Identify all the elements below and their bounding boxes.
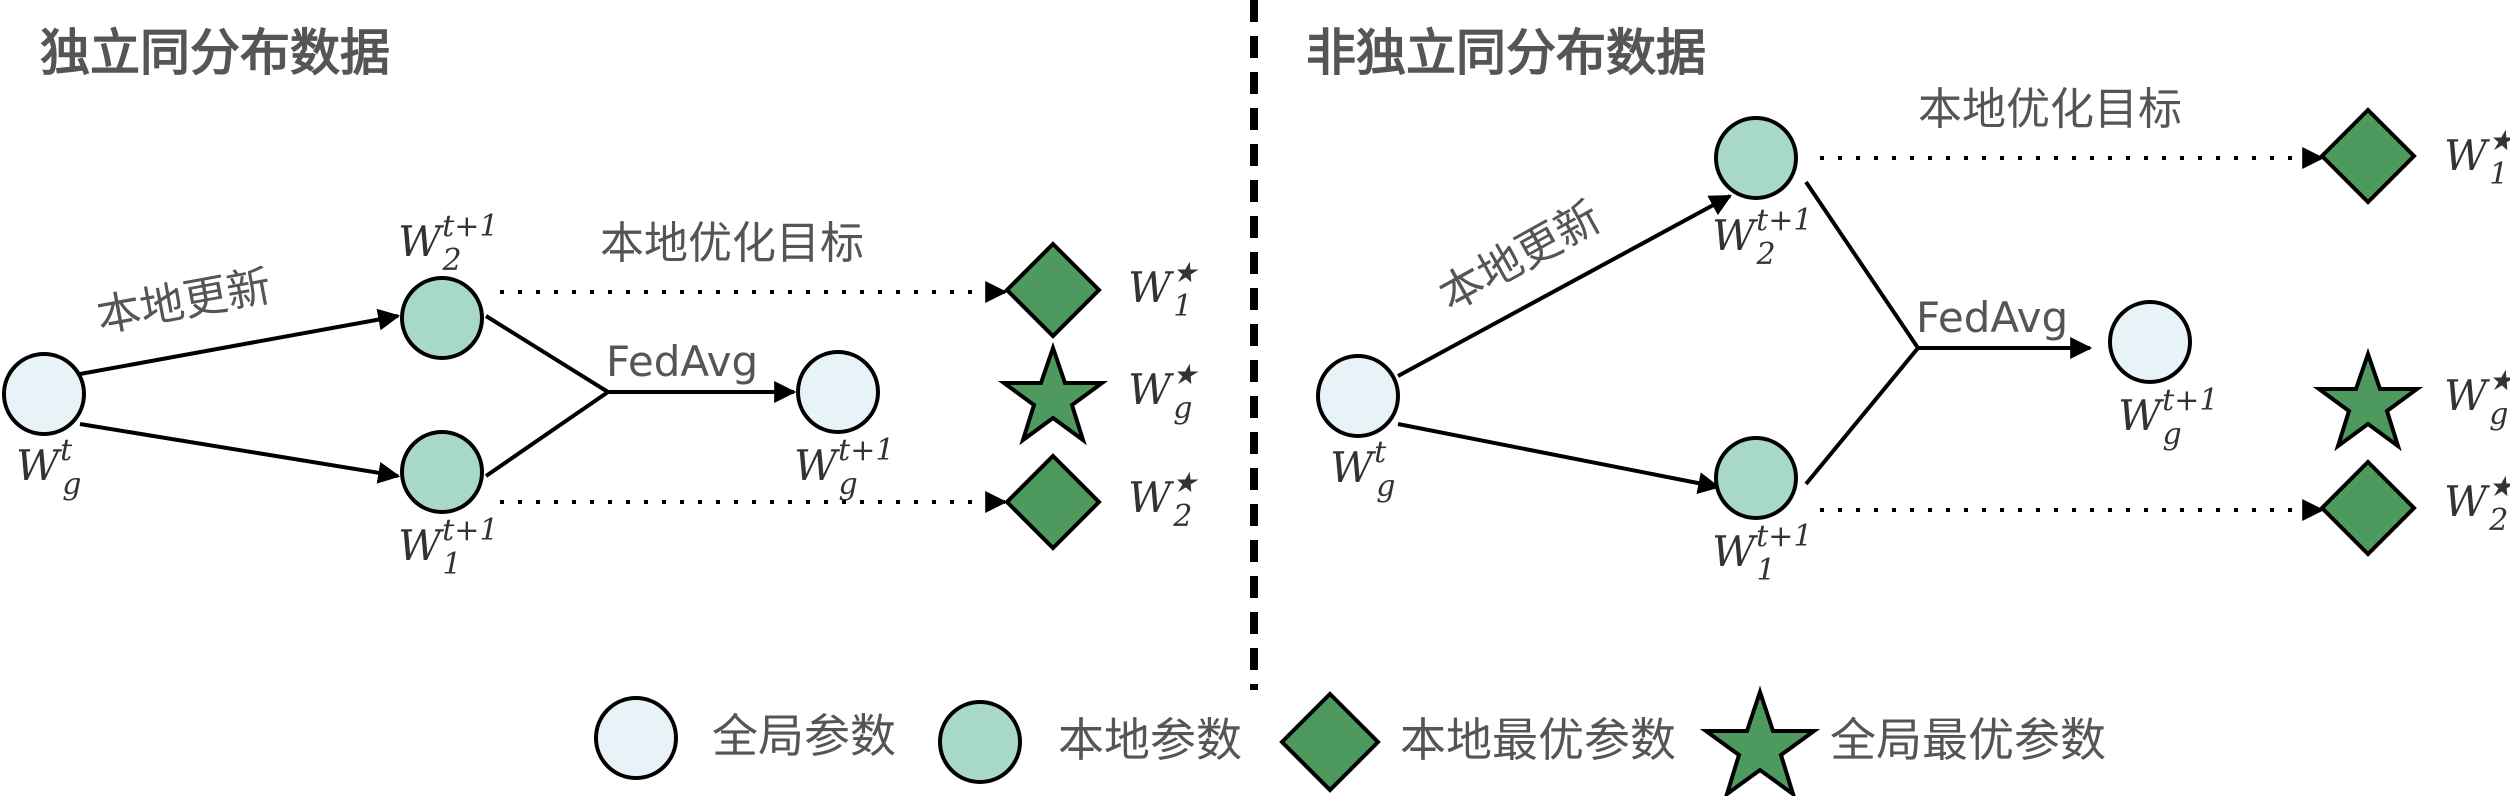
right-local-objective-label: 本地优化目标: [1918, 84, 2182, 135]
left-node-local1: [400, 430, 484, 514]
right-local-optimal-2-icon: [2319, 459, 2417, 557]
legend-local-optimal-label: 本地最优参数: [1400, 713, 1676, 767]
left-panel: 独立同分布数据 本地更新 本地优化目标 FedAvg Wt g Wt+1 2 Wt+…: [2, 24, 1199, 582]
right-label-local1: Wt+1 1: [1712, 519, 1812, 588]
left-local-optimal-1-icon: [1004, 241, 1102, 339]
left-edge-local2-to-fedavg: [484, 314, 610, 394]
right-node-global-t: [1316, 354, 1400, 438]
left-label-local1: Wt+1 1: [398, 513, 498, 582]
left-edge-local1-to-fedavg: [484, 390, 610, 478]
right-local-update-label: 本地更新: [1431, 192, 1610, 322]
right-node-local1: [1714, 436, 1798, 520]
right-edge-local2-to-fedavg: [1804, 180, 1920, 350]
left-local-update-label: 本地更新: [93, 261, 275, 343]
left-node-global-t: [2, 352, 86, 436]
right-edge-local1-to-fedavg: [1804, 346, 1920, 486]
right-label-opt2: W★2: [2444, 470, 2510, 538]
left-fedavg-label: FedAvg: [606, 337, 758, 386]
right-label-global-next: Wt+1 g: [2118, 383, 2218, 452]
right-label-optg: W★g: [2444, 364, 2510, 432]
right-label-global-t: Wt g: [1330, 435, 1395, 504]
left-label-global-next: Wt+1 g: [794, 433, 894, 502]
right-local-optimal-1-icon: [2319, 107, 2417, 205]
left-local-objective-label: 本地优化目标: [600, 218, 864, 269]
right-node-local2: [1714, 116, 1798, 200]
right-label-opt1: W★1: [2444, 124, 2510, 192]
left-label-opt2: W★ 2: [1128, 466, 1199, 534]
right-panel: 非独立同分布数据 本地更新 本地优化目标 FedAvg Wt g Wt+1 2 Wt…: [1306, 24, 2510, 588]
left-node-local2: [400, 276, 484, 360]
right-node-global-next: [2108, 300, 2192, 384]
right-label-local2: Wt+1 2: [1712, 203, 1812, 272]
left-global-optimal-star-icon: [997, 341, 1109, 446]
right-panel-title: 非独立同分布数据: [1306, 24, 1706, 82]
left-edge-global-to-local1: [79, 422, 401, 484]
left-label-optg: W★ g: [1128, 358, 1199, 426]
left-node-global-next: [796, 350, 880, 434]
legend-global-params-label: 全局参数: [712, 709, 896, 763]
right-edge-global-to-local1: [1397, 422, 1721, 494]
left-panel-title: 独立同分布数据: [40, 24, 390, 82]
legend-global-optimal-label: 全局最优参数: [1830, 713, 2106, 767]
right-fedavg-label: FedAvg: [1916, 293, 2068, 342]
left-label-local2: Wt+1 2: [398, 209, 498, 278]
federated-learning-diagram: 独立同分布数据 本地更新 本地优化目标 FedAvg Wt g Wt+1 2 Wt+…: [2, 0, 2510, 796]
left-local-optimal-2-icon: [1004, 453, 1102, 551]
left-label-opt1: W★ 1: [1128, 256, 1199, 324]
legend-local-optimal-icon: [1279, 691, 1381, 793]
legend-local-params-icon: [938, 700, 1022, 784]
legend-local-params-label: 本地参数: [1058, 713, 1242, 767]
legend-global-optimal-icon: [1699, 685, 1821, 796]
right-global-optimal-star-icon: [2312, 347, 2424, 452]
legend: 全局参数 本地参数 本地最优参数 全局最优参数: [594, 685, 2106, 796]
left-label-global-t: Wt g: [16, 433, 81, 502]
legend-global-params-icon: [594, 696, 678, 780]
